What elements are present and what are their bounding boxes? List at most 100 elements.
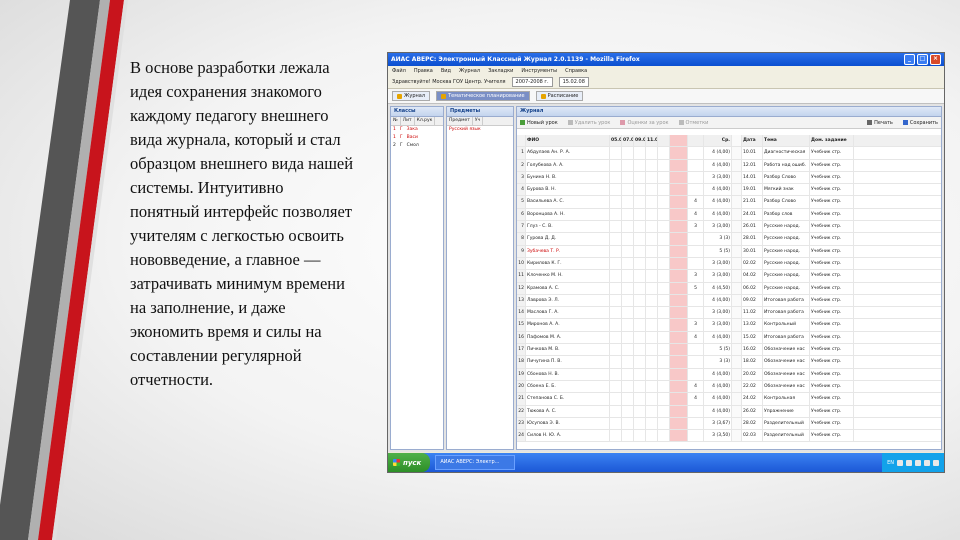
grade-cell[interactable]	[634, 282, 646, 294]
lesson-grades-button[interactable]: Оценки за урок	[620, 120, 669, 126]
grade-cell[interactable]	[646, 196, 658, 208]
grade-cell[interactable]	[658, 393, 670, 405]
grade-cell[interactable]	[622, 270, 634, 282]
menu-help[interactable]: Справка	[565, 68, 587, 74]
grade-cell[interactable]	[646, 344, 658, 356]
grade-cell[interactable]	[622, 171, 634, 184]
col-date[interactable]: 07.01	[622, 135, 634, 147]
grade-cell[interactable]	[622, 380, 634, 393]
current-grade-cell[interactable]	[670, 344, 688, 356]
col-header[interactable]: Кл.рук	[415, 117, 436, 125]
grade-cell[interactable]	[658, 307, 670, 319]
tab-planning[interactable]: Тематическое планирование	[436, 91, 530, 101]
grade-cell[interactable]	[610, 159, 622, 171]
grade-cell[interactable]	[658, 147, 670, 159]
network-icon[interactable]	[897, 459, 903, 466]
grade-cell[interactable]	[634, 393, 646, 405]
grade-cell[interactable]	[646, 221, 658, 233]
table-row[interactable]: 9 Зубачева Т. Р. 5 (5) 30.01 Русские народ. У…	[517, 245, 941, 258]
grade-cell[interactable]	[610, 405, 622, 417]
current-grade-cell[interactable]	[670, 233, 688, 245]
table-row[interactable]: 16 Пафомов М. А. 4 4 (4,00) 15.02 Итоговая ра…	[517, 331, 941, 345]
table-row[interactable]: 13 Лаврова Э. Л. 4 (4,00) 09.02 Итоговая раб…	[517, 294, 941, 308]
grade-cell[interactable]	[658, 380, 670, 393]
grade-cell[interactable]	[634, 233, 646, 245]
current-grade-cell[interactable]	[670, 147, 688, 159]
grade-cell[interactable]	[658, 356, 670, 368]
current-grade-cell[interactable]	[670, 368, 688, 380]
grade-cell[interactable]	[610, 208, 622, 221]
grade-cell[interactable]	[646, 430, 658, 442]
table-row[interactable]: 10 Кирилова К. Г. 3 (3,00) 02.02 Русские нар…	[517, 257, 941, 271]
col-header[interactable]: Лит	[401, 117, 415, 125]
grade-cell[interactable]	[622, 331, 634, 344]
col-date[interactable]: 09.01	[634, 135, 646, 147]
grade-cell[interactable]	[658, 405, 670, 417]
grade-cell[interactable]	[610, 368, 622, 380]
grade-cell[interactable]	[658, 196, 670, 208]
current-grade-cell[interactable]	[670, 184, 688, 196]
grade-cell[interactable]	[658, 368, 670, 380]
grade-cell[interactable]	[634, 417, 646, 430]
table-row[interactable]: 19 Сбонова Н. В. 4 (4,00) 20.02 Обозначение …	[517, 368, 941, 381]
grade-cell[interactable]	[610, 233, 622, 245]
grade-cell[interactable]	[634, 147, 646, 159]
current-grade-cell[interactable]	[670, 319, 688, 331]
grade-cell[interactable]	[646, 380, 658, 393]
grade-cell[interactable]	[634, 245, 646, 257]
current-grade-cell[interactable]	[670, 171, 688, 184]
table-row[interactable]: 6 Воронцова А. Н. 4 4 (4,00) 24.01 Разбор сло…	[517, 208, 941, 222]
grade-cell[interactable]	[658, 245, 670, 257]
grade-cell[interactable]	[622, 233, 634, 245]
minimize-icon[interactable]: _	[904, 54, 915, 65]
grade-cell[interactable]	[610, 221, 622, 233]
table-row[interactable]: 11 Клоченко М. Н. 3 3 (3,00) 04.02 Русские на…	[517, 270, 941, 283]
grade-cell[interactable]	[658, 159, 670, 171]
table-row[interactable]: 15 Миронов А. А. 3 3 (3,00) 13.02 Контрольный…	[517, 319, 941, 332]
grade-cell[interactable]	[658, 294, 670, 307]
update-icon[interactable]	[933, 459, 939, 466]
grade-cell[interactable]	[658, 331, 670, 344]
grade-cell[interactable]	[658, 270, 670, 282]
table-row[interactable]: 5 Васильева А. С. 4 4 (4,00) 21.01 Разбор Сло…	[517, 196, 941, 209]
grade-cell[interactable]	[610, 307, 622, 319]
close-icon[interactable]: ×	[930, 54, 941, 65]
grade-cell[interactable]	[646, 282, 658, 294]
grade-cell[interactable]	[646, 294, 658, 307]
current-grade-cell[interactable]	[670, 257, 688, 270]
grade-cell[interactable]	[634, 331, 646, 344]
grade-cell[interactable]	[646, 184, 658, 196]
grade-cell[interactable]	[634, 380, 646, 393]
grade-cell[interactable]	[622, 344, 634, 356]
grade-cell[interactable]	[622, 208, 634, 221]
grade-cell[interactable]	[634, 270, 646, 282]
table-row[interactable]: 7 Глуз - С. В. 3 3 (3,00) 26.01 Русские народ…	[517, 221, 941, 234]
grade-cell[interactable]	[622, 417, 634, 430]
grade-cell[interactable]	[634, 356, 646, 368]
current-grade-cell[interactable]	[670, 208, 688, 221]
grade-cell[interactable]	[658, 344, 670, 356]
grade-cell[interactable]	[634, 159, 646, 171]
table-row[interactable]: 22 Тюкова А. С. 4 (4,00) 26.02 Упражнение Уче…	[517, 405, 941, 418]
current-grade-cell[interactable]	[670, 430, 688, 442]
grade-cell[interactable]	[610, 282, 622, 294]
language-indicator[interactable]: EN	[887, 460, 894, 466]
maximize-icon[interactable]: □	[917, 54, 928, 65]
grade-cell[interactable]	[622, 221, 634, 233]
grade-cell[interactable]	[622, 356, 634, 368]
grade-cell[interactable]	[658, 171, 670, 184]
tab-journal[interactable]: Журнал	[392, 91, 431, 101]
grade-cell[interactable]	[658, 233, 670, 245]
current-grade-cell[interactable]	[670, 405, 688, 417]
start-button[interactable]: пуск	[388, 453, 431, 472]
grade-cell[interactable]	[622, 368, 634, 380]
grade-cell[interactable]	[646, 356, 658, 368]
grade-cell[interactable]	[634, 307, 646, 319]
current-grade-cell[interactable]	[670, 307, 688, 319]
grade-cell[interactable]	[610, 257, 622, 270]
grade-cell[interactable]	[610, 270, 622, 282]
grade-cell[interactable]	[610, 184, 622, 196]
grade-cell[interactable]	[610, 294, 622, 307]
col-header[interactable]: Предмет	[447, 117, 473, 125]
grade-cell[interactable]	[646, 368, 658, 380]
